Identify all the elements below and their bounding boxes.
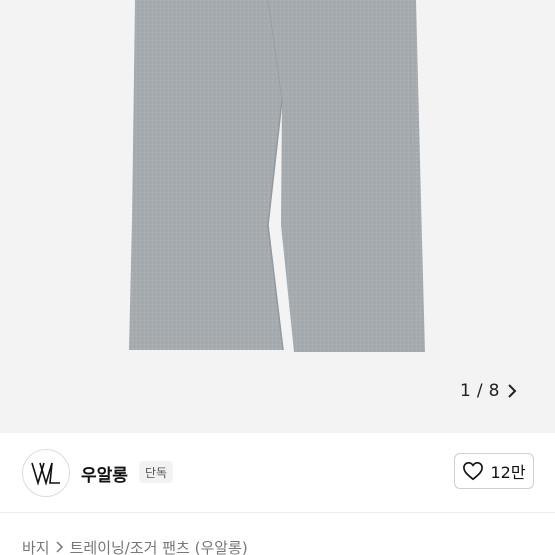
heart-outline-icon bbox=[463, 461, 484, 481]
chevron-right-icon[interactable] bbox=[507, 384, 517, 398]
page-separator: / bbox=[476, 381, 483, 401]
product-image bbox=[129, 0, 425, 352]
current-page: 1 bbox=[460, 381, 471, 401]
product-image-gallery[interactable]: 1 / 8 bbox=[0, 0, 555, 433]
image-page-indicator[interactable]: 1 / 8 bbox=[460, 376, 517, 406]
breadcrumb: 바지 트레이닝/조거 팬츠 (우알롱) bbox=[22, 537, 248, 555]
brand-name[interactable]: 우알롱 bbox=[81, 461, 128, 486]
exclusive-badge: 단독 bbox=[139, 461, 174, 483]
chevron-right-icon bbox=[56, 539, 64, 555]
total-pages: 8 bbox=[488, 381, 500, 401]
breadcrumb-root[interactable]: 바지 bbox=[22, 537, 50, 555]
brand-logo-icon[interactable] bbox=[22, 449, 70, 497]
breadcrumb-category[interactable]: 트레이닝/조거 팬츠 (우알롱) bbox=[70, 537, 248, 555]
like-count: 12만 bbox=[490, 463, 526, 482]
like-button[interactable]: 12만 bbox=[454, 453, 534, 489]
